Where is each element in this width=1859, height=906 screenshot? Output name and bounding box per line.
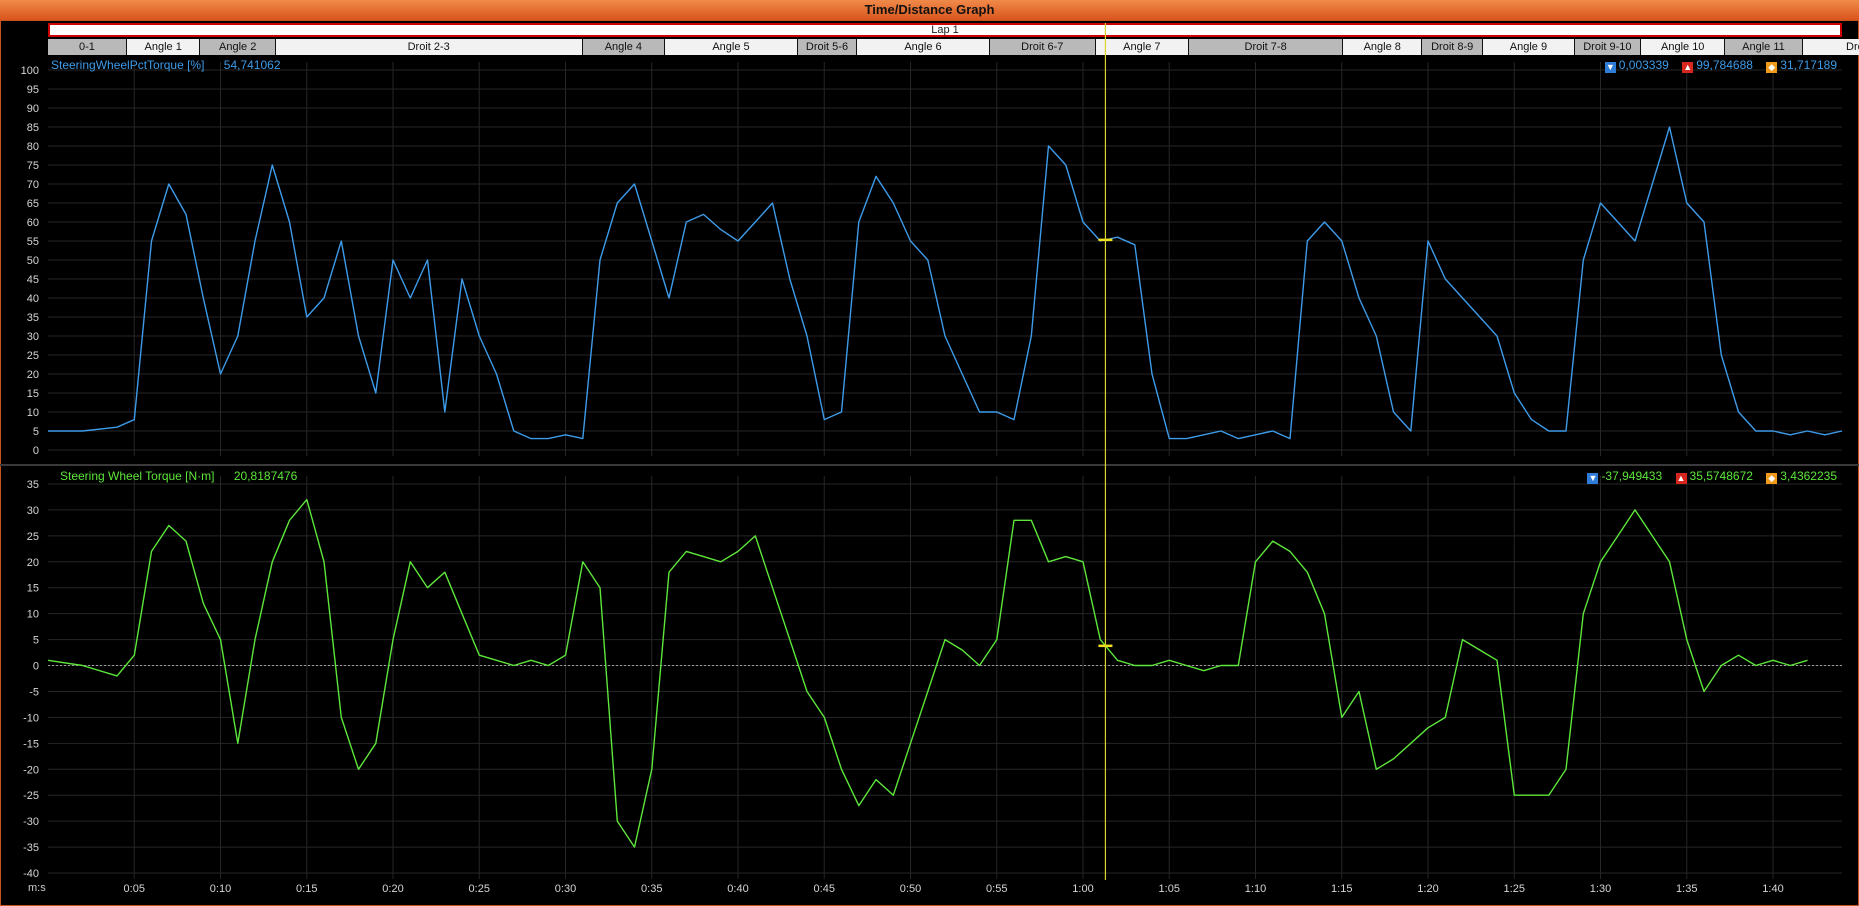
y-tick-label: 80: [27, 141, 39, 153]
top-avg-value: 31,717189: [1780, 58, 1837, 72]
y-tick-label: 15: [27, 388, 39, 400]
x-tick-label: 1:05: [1159, 883, 1180, 895]
x-tick-label: 0:40: [727, 883, 748, 895]
y-tick-label: 15: [27, 583, 39, 595]
y-tick-label: 5: [33, 635, 39, 647]
y-tick-label: 5: [33, 426, 39, 438]
bottom-avg-value: 3,4362235: [1780, 469, 1837, 483]
y-tick-label: -35: [23, 842, 39, 854]
y-tick-label: -40: [23, 868, 39, 880]
y-tick-label: -10: [23, 712, 39, 724]
max-icon: ▲: [1682, 62, 1694, 73]
bottom-series-header: Steering Wheel Torque [N·m] 20,8187476: [60, 469, 297, 483]
y-tick-label: 20: [27, 369, 39, 381]
time-distance-graph-window: Time/Distance Graph Lap 1 0-1 Angle 1 Angl…: [0, 0, 1859, 906]
y-tick-label: 85: [27, 122, 39, 134]
y-tick-label: 55: [27, 236, 39, 248]
top-max-value: 99,784688: [1696, 58, 1753, 72]
x-tick-label: 1:15: [1331, 883, 1352, 895]
y-tick-label: 50: [27, 255, 39, 267]
y-tick-label: -30: [23, 816, 39, 828]
y-tick-label: 45: [27, 274, 39, 286]
avg-icon: ◆: [1766, 473, 1778, 484]
chart-canvas[interactable]: 0510152025303540455055606570758085909510…: [0, 0, 1859, 906]
y-tick-label: 35: [27, 479, 39, 491]
y-tick-label: -5: [29, 686, 39, 698]
y-tick-label: -20: [23, 764, 39, 776]
avg-icon: ◆: [1766, 62, 1778, 73]
x-tick-label: 1:00: [1072, 883, 1093, 895]
x-tick-label: 0:25: [469, 883, 490, 895]
y-tick-label: 30: [27, 505, 39, 517]
y-tick-label: 35: [27, 312, 39, 324]
y-tick-label: -25: [23, 790, 39, 802]
min-icon: ▼: [1587, 473, 1599, 484]
x-tick-label: 0:10: [210, 883, 231, 895]
x-tick-label: 1:30: [1590, 883, 1611, 895]
bottom-series-name: Steering Wheel Torque [N·m]: [60, 469, 215, 483]
top-series-header: SteeringWheelPctTorque [%] 54,741062: [51, 58, 281, 72]
y-tick-label: 70: [27, 179, 39, 191]
x-tick-label: 1:35: [1676, 883, 1697, 895]
x-tick-label: 0:20: [382, 883, 403, 895]
x-tick-label: 0:55: [986, 883, 1007, 895]
x-tick-label: 1:10: [1245, 883, 1266, 895]
bottom-max-value: 35,5748672: [1689, 469, 1753, 483]
y-tick-label: 25: [27, 350, 39, 362]
y-tick-label: 90: [27, 103, 39, 115]
top-series-name: SteeringWheelPctTorque [%]: [51, 58, 205, 72]
y-tick-label: 10: [27, 407, 39, 419]
series-line: [48, 126, 1843, 440]
y-tick-label: 75: [27, 160, 39, 172]
y-tick-label: 100: [21, 65, 39, 77]
x-tick-label: 1:20: [1417, 883, 1438, 895]
y-tick-label: 30: [27, 331, 39, 343]
x-tick-label: 0:45: [814, 883, 835, 895]
bottom-series-stats: ▼ -37,949433 ▲ 35,5748672 ◆ 3,4362235: [1587, 469, 1837, 484]
x-tick-label: 1:40: [1762, 883, 1783, 895]
x-tick-label: 0:05: [124, 883, 145, 895]
bottom-series-cursor-value: 20,8187476: [233, 469, 298, 483]
y-tick-label: 60: [27, 217, 39, 229]
y-tick-label: 40: [27, 293, 39, 305]
x-tick-label: 1:25: [1504, 883, 1525, 895]
y-tick-label: 95: [27, 84, 39, 96]
top-min-value: 0,003339: [1618, 58, 1669, 72]
x-tick-label: 0:50: [900, 883, 921, 895]
y-tick-label: 65: [27, 198, 39, 210]
min-icon: ▼: [1604, 62, 1616, 73]
x-tick-label: 0:15: [296, 883, 317, 895]
y-tick-label: 25: [27, 531, 39, 543]
bottom-min-value: -37,949433: [1601, 469, 1663, 483]
y-tick-label: -15: [23, 738, 39, 750]
max-icon: ▲: [1675, 473, 1687, 484]
y-tick-label: 0: [33, 445, 39, 457]
x-tick-label: 0:35: [641, 883, 662, 895]
y-tick-label: 20: [27, 557, 39, 569]
top-series-cursor-value: 54,741062: [223, 58, 281, 72]
y-tick-label: 10: [27, 609, 39, 621]
x-tick-label: 0:30: [555, 883, 576, 895]
x-axis-unit-label: m:s: [28, 882, 46, 894]
y-tick-label: 0: [33, 661, 39, 673]
top-series-stats: ▼ 0,003339 ▲ 99,784688 ◆ 31,717189: [1604, 58, 1837, 73]
